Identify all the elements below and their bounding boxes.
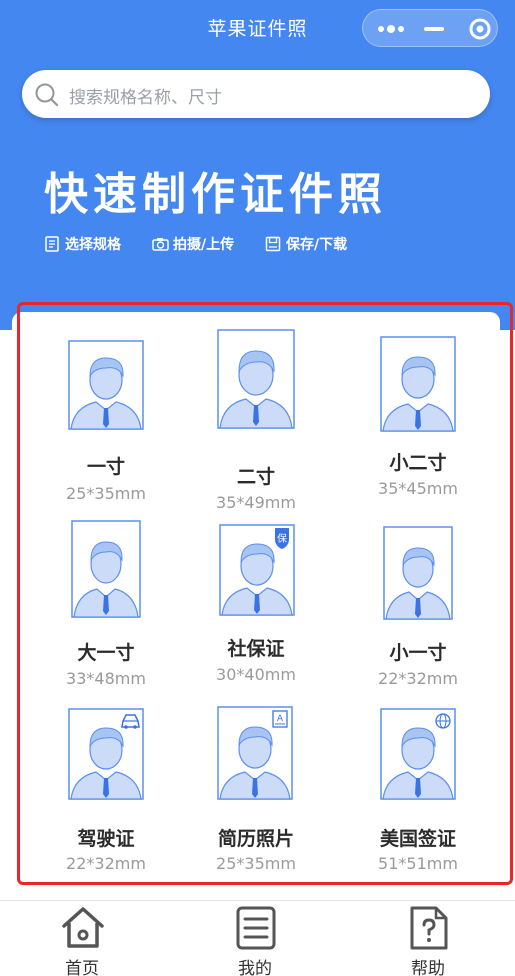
home-icon [62,907,104,948]
spec-name: 小二寸 [389,452,447,474]
tab-home[interactable]: 首页 [32,901,132,976]
save-icon [265,236,281,252]
spec-size: 22*32mm [66,854,146,873]
resume-badge: A [277,714,284,724]
miniprogram-capsule [362,9,498,47]
spec-name: 驾驶证 [77,828,135,850]
spec-name: 大一寸 [77,642,135,664]
list-icon [236,906,276,950]
spec-name: 二寸 [236,466,275,488]
hero-title: 快速制作证件照 [44,169,387,220]
tab-label: 首页 [65,959,99,976]
spec-size: 22*32mm [378,669,458,688]
spec-size: 25*35mm [66,484,146,503]
search-bar[interactable]: 搜索规格名称、尺寸 [22,70,490,118]
spec-name: 社保证 [227,638,285,660]
minimize-icon [424,27,444,31]
spec-size: 25*35mm [216,854,296,873]
portrait-icon [68,340,144,430]
step-label: 选择规格 [65,237,121,253]
spec-size: 51*51mm [378,854,458,873]
portrait-icon [380,336,456,432]
portrait-icon [71,520,141,618]
portrait-icon: A [217,706,293,800]
minimize-button[interactable] [418,10,450,48]
more-dots-icon [378,25,404,33]
bottom-tab-bar: 首页 我的 帮助 [0,900,515,976]
portrait-icon [383,526,453,620]
spec-item-small-two-inch[interactable]: 小二寸 35*45mm [343,332,493,512]
app-page: 苹果证件照 搜索规格名称、尺寸 快速制作证件照 选择规格 拍摄/上传 保存/下载… [0,0,515,976]
spec-size: 33*48mm [66,669,146,688]
help-document-icon [410,906,448,950]
spec-name: 一寸 [86,456,125,478]
document-icon [45,236,59,252]
portrait-icon [380,708,456,800]
spec-name: 小一寸 [389,642,447,664]
spec-item-large-one-inch[interactable]: 大一寸 33*48mm [31,512,181,692]
spec-name: 简历照片 [217,828,294,850]
spec-item-driver-license[interactable]: 驾驶证 22*32mm [31,700,181,880]
tab-label: 我的 [238,959,272,976]
spec-item-resume-photo[interactable]: A 简历照片 25*35mm [181,700,331,880]
tab-help[interactable]: 帮助 [378,901,478,976]
search-icon [35,83,59,107]
spec-item-us-visa[interactable]: 美国签证 51*51mm [343,700,493,880]
spec-item-one-inch[interactable]: 一寸 25*35mm [31,332,181,512]
process-steps: 选择规格 拍摄/上传 保存/下载 [44,233,484,255]
close-button[interactable] [463,10,497,48]
step-label: 拍摄/上传 [173,237,235,253]
portrait-icon [217,329,295,429]
header-banner: 苹果证件照 搜索规格名称、尺寸 快速制作证件照 选择规格 拍摄/上传 保存/下载 [0,0,515,330]
insurance-badge: 保 [277,532,287,545]
spec-size: 35*49mm [216,493,296,512]
spec-item-small-one-inch[interactable]: 小一寸 22*32mm [343,512,493,692]
spec-size: 30*40mm [216,665,296,684]
close-circle-icon [469,18,491,40]
search-placeholder: 搜索规格名称、尺寸 [69,88,222,108]
tab-mine[interactable]: 我的 [205,901,305,976]
camera-icon [152,238,169,251]
portrait-icon [68,708,144,800]
spec-item-two-inch[interactable]: 二寸 35*49mm [181,324,331,512]
spec-size: 35*45mm [378,479,458,498]
tab-label: 帮助 [411,959,445,976]
spec-name: 美国签证 [379,828,456,850]
portrait-icon: 保 [219,524,295,616]
spec-grid-card: 一寸 25*35mm 二寸 35*49mm 小二寸 35*45mm 大一寸 33… [12,312,500,882]
more-button[interactable] [371,10,411,48]
spec-item-social-security[interactable]: 保 社保证 30*40mm [181,512,331,692]
step-label: 保存/下载 [286,237,348,253]
